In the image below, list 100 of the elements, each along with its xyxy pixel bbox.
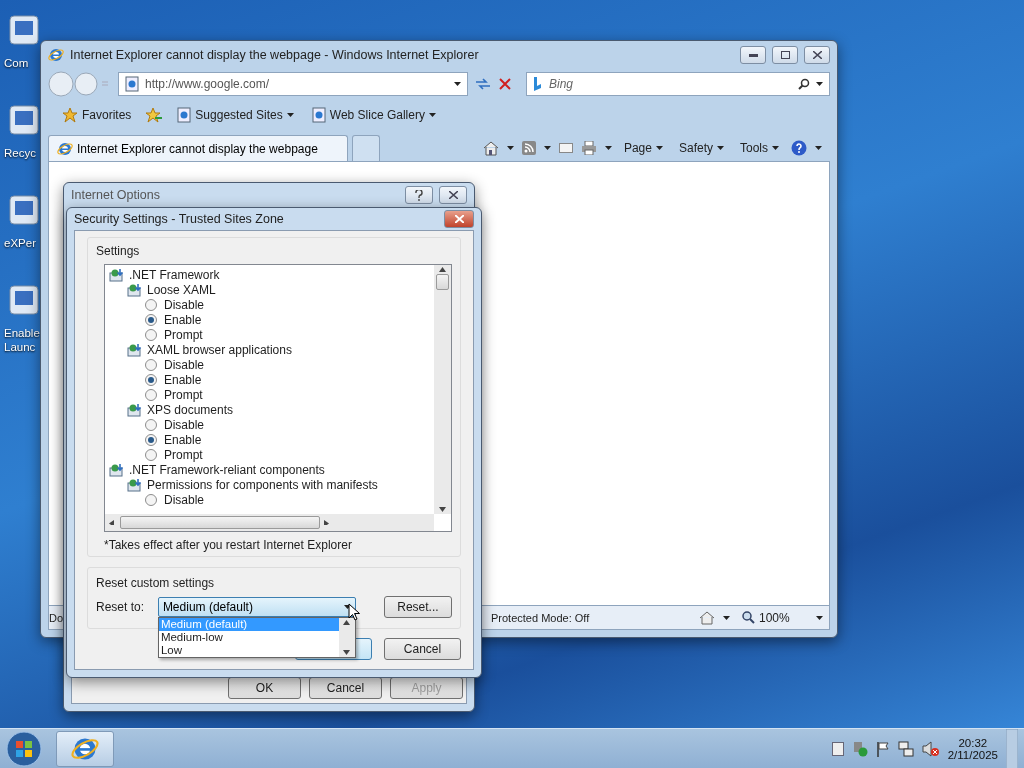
- setting-category-label: XAML browser applications: [147, 342, 292, 357]
- page-icon: [125, 76, 139, 92]
- tray-document-icon[interactable]: [831, 741, 844, 756]
- page-icon: [311, 107, 326, 123]
- caret-icon: [286, 113, 294, 117]
- caret-icon: [428, 113, 436, 117]
- zoom-button[interactable]: 100%: [738, 608, 808, 627]
- option-label: Enable: [164, 372, 202, 387]
- close-button[interactable]: [804, 46, 830, 64]
- dialog-title: Security Settings - Trusted Sites Zone: [74, 212, 285, 226]
- settings-node-icon: [109, 462, 125, 477]
- magnifier-icon: [742, 611, 755, 624]
- window-title: Internet Explorer cannot display the webpage - Windows Internet Explorer: [70, 48, 480, 62]
- home-icon[interactable]: [482, 140, 499, 156]
- search-field[interactable]: Bing: [526, 72, 830, 96]
- scroll-down-icon[interactable]: [439, 507, 446, 512]
- browser-tab[interactable]: Internet Explorer cannot display the webpage: [48, 135, 348, 161]
- radio-button[interactable]: [145, 433, 157, 446]
- settings-node-icon: [127, 477, 143, 492]
- command-menu[interactable]: Safety: [674, 139, 728, 157]
- clock[interactable]: 20:32 2/11/2025: [947, 736, 998, 761]
- printer-icon[interactable]: [580, 141, 597, 155]
- favorites-link[interactable]: Suggested Sites: [173, 105, 298, 125]
- option-label: Prompt: [164, 327, 203, 342]
- scrollbar-thumb[interactable]: [436, 274, 449, 290]
- favorites-link[interactable]: Web Slice Gallery: [307, 105, 440, 125]
- radio-button[interactable]: [145, 358, 157, 371]
- dialog-button[interactable]: Cancel: [384, 638, 461, 660]
- close-icon[interactable]: [498, 77, 512, 91]
- radio-button[interactable]: [145, 313, 157, 326]
- horizontal-scrollbar[interactable]: [105, 514, 434, 531]
- group-label: Settings: [96, 244, 141, 258]
- option-label: Enable: [164, 432, 202, 447]
- security-zone-icon[interactable]: [699, 610, 715, 625]
- address-field[interactable]: http://www.google.com/: [118, 72, 468, 96]
- setting-category-label: XPS documents: [147, 402, 234, 417]
- reset-level-dropdown[interactable]: Medium (default): [157, 597, 356, 617]
- close-icon: [812, 51, 822, 59]
- scroll-up-icon[interactable]: [343, 620, 351, 625]
- option-label: Disable: [164, 297, 205, 312]
- taskbar-browser-button[interactable]: [56, 730, 114, 767]
- scroll-left-icon[interactable]: [109, 520, 116, 525]
- dialog-title: Internet Options: [71, 188, 161, 202]
- help-button[interactable]: [405, 186, 433, 204]
- vertical-scrollbar[interactable]: [434, 265, 451, 514]
- scroll-down-icon[interactable]: [343, 650, 351, 655]
- dialog-button[interactable]: Cancel: [309, 677, 382, 699]
- command-menu[interactable]: Tools: [736, 139, 783, 157]
- command-menu[interactable]: Page: [619, 139, 667, 157]
- status-text: Do: [49, 611, 64, 624]
- radio-button[interactable]: [145, 328, 157, 341]
- network-icon[interactable]: [897, 740, 914, 757]
- desktop-item-label[interactable]: eXPer: [4, 236, 36, 250]
- caret-icon: [604, 146, 612, 150]
- close-button[interactable]: [444, 210, 474, 228]
- protected-mode-text: Protected Mode: Off: [491, 611, 591, 624]
- reset-button[interactable]: Reset...: [383, 596, 452, 618]
- search-icon[interactable]: [798, 78, 810, 90]
- maximize-button[interactable]: [772, 46, 798, 64]
- scroll-right-icon[interactable]: [324, 520, 331, 525]
- desktop-item-label[interactable]: Recyc: [4, 146, 36, 160]
- browser-logo-icon: [48, 47, 64, 63]
- desktop-item-label[interactable]: Enable Launc: [4, 326, 40, 354]
- option-label: Disable: [164, 417, 205, 432]
- star-icon: [62, 107, 78, 123]
- maximize-icon: [780, 51, 790, 59]
- caret-icon: [772, 146, 779, 150]
- settings-list[interactable]: [104, 264, 452, 532]
- mail-icon[interactable]: [558, 143, 573, 153]
- refresh-icon[interactable]: [474, 76, 492, 92]
- group-label: Reset custom settings: [96, 576, 216, 590]
- option-label: Disable: [164, 357, 205, 372]
- radio-button[interactable]: [145, 448, 157, 461]
- close-button[interactable]: [439, 186, 467, 204]
- close-icon: [448, 191, 458, 199]
- dropdown-option[interactable]: Low: [158, 644, 339, 657]
- option-label: Enable: [164, 312, 202, 327]
- radio-button[interactable]: [145, 493, 157, 506]
- setting-category-label: Loose XAML: [147, 282, 216, 297]
- caret-icon: [454, 82, 461, 86]
- caret-icon: [815, 146, 822, 150]
- minimize-button[interactable]: [740, 46, 766, 64]
- radio-button[interactable]: [145, 418, 157, 431]
- flag-icon[interactable]: [875, 740, 890, 757]
- scroll-up-icon[interactable]: [439, 267, 446, 272]
- radio-button[interactable]: [145, 388, 157, 401]
- scrollbar-thumb[interactable]: [120, 516, 320, 529]
- desktop-item-label[interactable]: Com: [4, 56, 29, 70]
- help-icon[interactable]: [791, 140, 807, 156]
- caret-icon: [655, 146, 663, 150]
- dialog-button[interactable]: OK: [228, 677, 301, 699]
- radio-button[interactable]: [145, 298, 157, 311]
- close-icon: [454, 215, 464, 223]
- start-button-icon[interactable]: [6, 730, 42, 767]
- favorites-button[interactable]: Favorites: [58, 105, 136, 125]
- muted-speaker-icon[interactable]: [921, 740, 940, 757]
- caret-icon: [723, 615, 730, 620]
- radio-button[interactable]: [145, 373, 157, 386]
- feed-icon[interactable]: [521, 141, 536, 155]
- caret-icon: [543, 146, 551, 150]
